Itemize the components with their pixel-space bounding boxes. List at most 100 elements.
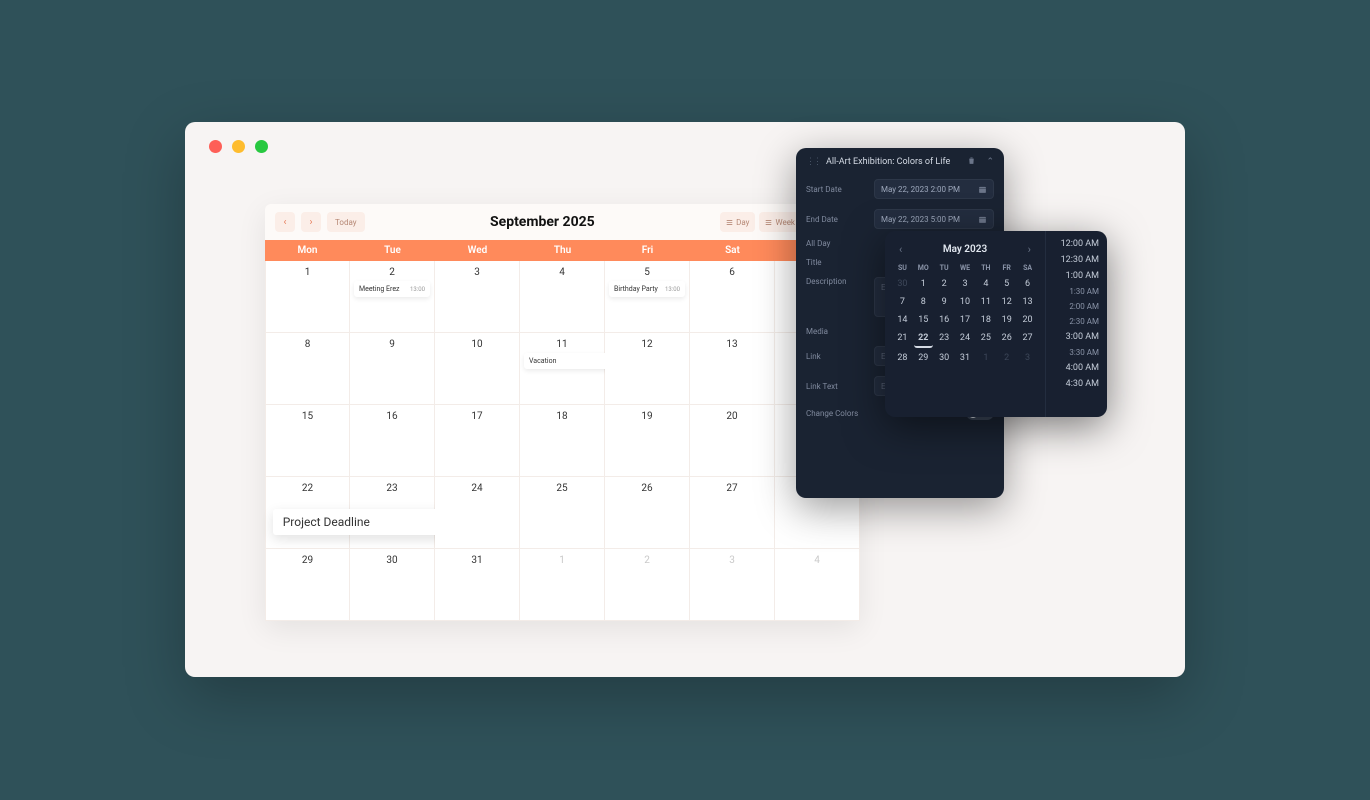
calendar-cell[interactable]: 6 [690, 261, 775, 333]
calendar-panel: ‹ › Today September 2025 Day Week Month [265, 204, 860, 621]
calendar-cell[interactable]: 15 [265, 405, 350, 477]
dp-day[interactable]: 25 [976, 330, 995, 348]
dp-time-option[interactable]: 12:00 AM [1050, 237, 1103, 251]
today-button[interactable]: Today [327, 212, 365, 232]
prev-month-button[interactable]: ‹ [275, 212, 295, 232]
dp-day[interactable]: 14 [893, 312, 912, 328]
start-date-field[interactable]: May 22, 2023 2:00 PM [874, 179, 994, 199]
dp-day[interactable]: 30 [935, 350, 954, 366]
dp-day[interactable]: 3 [956, 276, 975, 292]
calendar-cell[interactable]: 16 [350, 405, 435, 477]
dp-time-option[interactable]: 12:30 AM [1050, 253, 1103, 267]
dp-day[interactable]: 7 [893, 294, 912, 310]
dp-day[interactable]: 6 [1018, 276, 1037, 292]
dp-day[interactable]: 16 [935, 312, 954, 328]
calendar-cell[interactable]: 19 [605, 405, 690, 477]
calendar-cell[interactable]: 2 [605, 549, 690, 621]
datepicker-popover: ‹ May 2023 › SUMOTUWETHFRSA 301234567891… [885, 231, 1107, 417]
dp-day[interactable]: 4 [976, 276, 995, 292]
calendar-cell[interactable]: 13 [690, 333, 775, 405]
collapse-icon[interactable]: ⌃ [986, 157, 994, 167]
calendar-cell[interactable]: 2Meeting Erez13:00 [350, 261, 435, 333]
calendar-cell[interactable]: 18 [520, 405, 605, 477]
calendar-cell[interactable]: 17 [435, 405, 520, 477]
dp-day[interactable]: 18 [976, 312, 995, 328]
calendar-cell[interactable]: 3 [690, 549, 775, 621]
calendar-cell[interactable]: 12 [605, 333, 690, 405]
dp-day[interactable]: 27 [1018, 330, 1037, 348]
calendar-cell[interactable]: 25 [520, 477, 605, 549]
drag-handle-icon[interactable]: ⋮⋮ [806, 157, 820, 167]
dp-dow-label: WE [956, 264, 975, 272]
dp-day[interactable]: 15 [914, 312, 933, 328]
minimize-window-icon[interactable] [232, 140, 245, 153]
dp-time-option[interactable]: 2:30 AM [1050, 315, 1103, 328]
calendar-cell[interactable]: 4 [520, 261, 605, 333]
calendar-cell[interactable]: 8 [265, 333, 350, 405]
dp-day[interactable]: 21 [893, 330, 912, 348]
calendar-cell[interactable]: 20 [690, 405, 775, 477]
dp-day[interactable]: 11 [976, 294, 995, 310]
maximize-window-icon[interactable] [255, 140, 268, 153]
dp-day[interactable]: 30 [893, 276, 912, 292]
trash-icon[interactable] [967, 156, 976, 168]
calendar-cell[interactable]: 10 [435, 333, 520, 405]
view-week-button[interactable]: Week [759, 212, 801, 232]
dp-day[interactable]: 17 [956, 312, 975, 328]
dp-day[interactable]: 13 [1018, 294, 1037, 310]
dp-time-option[interactable]: 4:00 AM [1050, 361, 1103, 375]
calendar-cell[interactable]: 30 [350, 549, 435, 621]
calendar-cell[interactable]: 9 [350, 333, 435, 405]
dp-time-option[interactable]: 4:30 AM [1050, 377, 1103, 391]
dp-next-button[interactable]: › [1024, 243, 1035, 256]
day-number: 10 [471, 339, 482, 350]
calendar-cell[interactable]: 29 [265, 549, 350, 621]
calendar-cell[interactable]: 26 [605, 477, 690, 549]
calendar-event[interactable]: Meeting Erez13:00 [354, 281, 430, 297]
dp-day[interactable]: 1 [914, 276, 933, 292]
dp-day[interactable]: 31 [956, 350, 975, 366]
dp-prev-button[interactable]: ‹ [895, 243, 906, 256]
calendar-cell[interactable]: 11Vacation [520, 333, 605, 405]
dp-day[interactable]: 3 [1018, 350, 1037, 366]
calendar-cell[interactable]: 1 [520, 549, 605, 621]
dp-day[interactable]: 22 [914, 330, 933, 348]
dp-day[interactable]: 23 [935, 330, 954, 348]
day-number: 20 [726, 411, 737, 422]
day-number: 4 [559, 267, 565, 278]
dp-day[interactable]: 12 [997, 294, 1016, 310]
event-label: Project Deadline [283, 515, 370, 529]
calendar-cell[interactable]: 24 [435, 477, 520, 549]
dp-time-option[interactable]: 3:00 AM [1050, 330, 1103, 344]
calendar-cell[interactable]: 1 [265, 261, 350, 333]
calendar-cell[interactable]: 3 [435, 261, 520, 333]
calendar-event[interactable]: Birthday Party13:00 [609, 281, 685, 297]
calendar-cell[interactable]: 5Birthday Party13:00 [605, 261, 690, 333]
dp-time-option[interactable]: 1:00 AM [1050, 269, 1103, 283]
dp-day[interactable]: 2 [935, 276, 954, 292]
dp-time-option[interactable]: 3:30 AM [1050, 346, 1103, 359]
dp-day[interactable]: 29 [914, 350, 933, 366]
dp-day[interactable]: 26 [997, 330, 1016, 348]
dp-day[interactable]: 5 [997, 276, 1016, 292]
calendar-cell[interactable]: 31 [435, 549, 520, 621]
view-day-button[interactable]: Day [720, 212, 755, 232]
dp-day[interactable]: 19 [997, 312, 1016, 328]
list-icon [726, 219, 733, 226]
dp-day[interactable]: 8 [914, 294, 933, 310]
dp-day[interactable]: 28 [893, 350, 912, 366]
dp-day[interactable]: 1 [976, 350, 995, 366]
dp-time-option[interactable]: 1:30 AM [1050, 285, 1103, 298]
end-date-field[interactable]: May 22, 2023 5:00 PM [874, 209, 994, 229]
calendar-cell[interactable]: 4 [775, 549, 860, 621]
calendar-cell[interactable]: 23Project Deadline [350, 477, 435, 549]
dp-day[interactable]: 10 [956, 294, 975, 310]
close-window-icon[interactable] [209, 140, 222, 153]
dp-time-option[interactable]: 2:00 AM [1050, 300, 1103, 313]
dp-day[interactable]: 20 [1018, 312, 1037, 328]
calendar-cell[interactable]: 27 [690, 477, 775, 549]
dp-day[interactable]: 9 [935, 294, 954, 310]
next-month-button[interactable]: › [301, 212, 321, 232]
dp-day[interactable]: 2 [997, 350, 1016, 366]
dp-day[interactable]: 24 [956, 330, 975, 348]
